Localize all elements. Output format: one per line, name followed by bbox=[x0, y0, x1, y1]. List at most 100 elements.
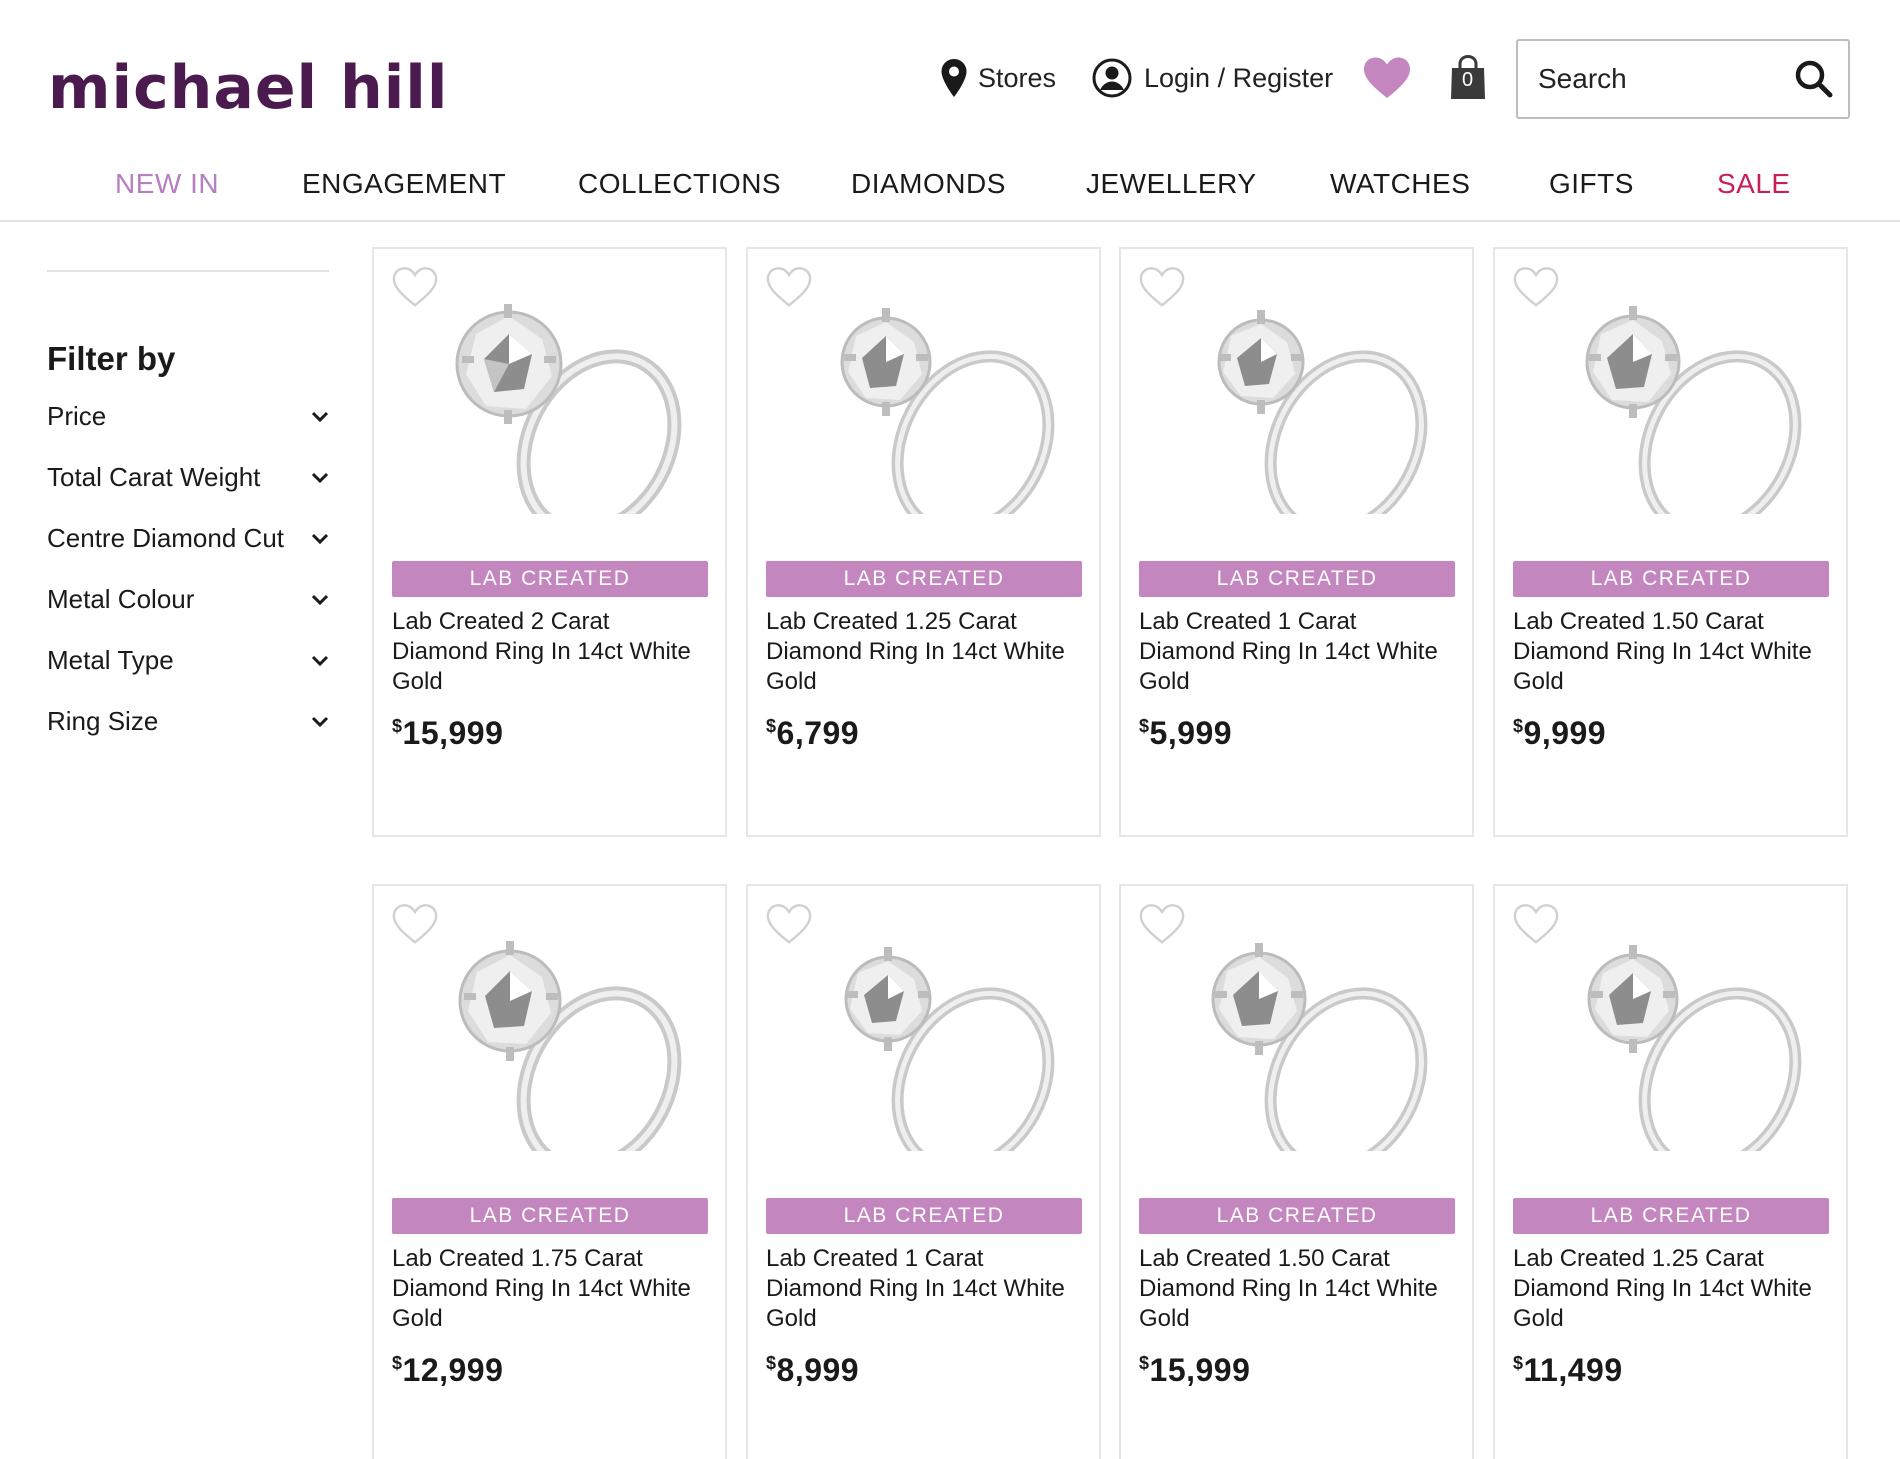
currency-symbol: $ bbox=[1139, 1353, 1150, 1373]
currency-symbol: $ bbox=[1513, 1353, 1524, 1373]
product-price: $11,499 bbox=[1513, 1352, 1623, 1389]
currency-symbol: $ bbox=[1513, 716, 1524, 736]
search-input[interactable] bbox=[1538, 63, 1788, 95]
product-price: $5,999 bbox=[1139, 715, 1232, 752]
price-value: 15,999 bbox=[402, 715, 504, 751]
ring-image[interactable] bbox=[414, 294, 694, 514]
filter-metal-type[interactable]: Metal Type bbox=[47, 630, 329, 691]
product-title[interactable]: Lab Created 1 Carat Diamond Ring In 14ct… bbox=[766, 1244, 1086, 1334]
filter-label: Ring Size bbox=[47, 706, 159, 736]
ring-image[interactable] bbox=[1161, 931, 1441, 1151]
magnifier-icon[interactable] bbox=[1794, 59, 1834, 99]
filter-metal-colour[interactable]: Metal Colour bbox=[47, 569, 329, 630]
shopping-bag-button[interactable]: 0 bbox=[1449, 50, 1487, 106]
currency-symbol: $ bbox=[392, 716, 403, 736]
product-price: $12,999 bbox=[392, 1352, 503, 1389]
product-title[interactable]: Lab Created 1.50 Carat Diamond Ring In 1… bbox=[1513, 607, 1833, 697]
ring-image[interactable] bbox=[788, 931, 1068, 1151]
product-title[interactable]: Lab Created 1 Carat Diamond Ring In 14ct… bbox=[1139, 607, 1459, 697]
ring-image[interactable] bbox=[1161, 294, 1441, 514]
nav-item-watches[interactable]: WATCHES bbox=[1330, 168, 1470, 200]
product-price: $8,999 bbox=[766, 1352, 859, 1389]
product-title[interactable]: Lab Created 1.75 Carat Diamond Ring In 1… bbox=[392, 1244, 712, 1334]
lab-created-badge: LAB CREATED bbox=[392, 1198, 708, 1234]
lab-created-badge: LAB CREATED bbox=[766, 561, 1082, 597]
product-card[interactable]: LAB CREATED Lab Created 1.25 Carat Diamo… bbox=[1493, 884, 1848, 1459]
lab-created-badge: LAB CREATED bbox=[1513, 1198, 1829, 1234]
price-value: 12,999 bbox=[402, 1352, 504, 1388]
price-value: 6,799 bbox=[776, 715, 860, 751]
price-value: 8,999 bbox=[776, 1352, 860, 1388]
chevron-down-icon bbox=[311, 411, 329, 422]
map-pin-icon bbox=[941, 59, 967, 97]
sidebar-divider bbox=[47, 270, 329, 272]
product-title[interactable]: Lab Created 2 Carat Diamond Ring In 14ct… bbox=[392, 607, 712, 697]
nav-item-jewellery[interactable]: JEWELLERY bbox=[1086, 168, 1257, 200]
product-title[interactable]: Lab Created 1.25 Carat Diamond Ring In 1… bbox=[1513, 1244, 1833, 1334]
chevron-down-icon bbox=[311, 655, 329, 666]
product-card[interactable]: LAB CREATED Lab Created 1.50 Carat Diamo… bbox=[1493, 247, 1848, 837]
chevron-down-icon bbox=[311, 716, 329, 727]
chevron-down-icon bbox=[311, 472, 329, 483]
brand-logo[interactable]: michael hill bbox=[48, 48, 448, 128]
lab-created-badge: LAB CREATED bbox=[766, 1198, 1082, 1234]
filter-sidebar: Filter by Price Total Carat Weight Centr… bbox=[47, 270, 329, 736]
price-value: 5,999 bbox=[1149, 715, 1233, 751]
product-card[interactable]: LAB CREATED Lab Created 1.50 Carat Diamo… bbox=[1119, 884, 1474, 1459]
currency-symbol: $ bbox=[766, 1353, 777, 1373]
chevron-down-icon bbox=[311, 594, 329, 605]
ring-image[interactable] bbox=[1535, 294, 1815, 514]
filter-price[interactable]: Price bbox=[47, 386, 329, 447]
product-title[interactable]: Lab Created 1.50 Carat Diamond Ring In 1… bbox=[1139, 1244, 1459, 1334]
currency-symbol: $ bbox=[392, 1353, 403, 1373]
product-grid: LAB CREATED Lab Created 2 Carat Diamond … bbox=[372, 247, 1852, 1459]
filter-label: Centre Diamond Cut bbox=[47, 523, 284, 553]
product-card[interactable]: LAB CREATED Lab Created 1 Carat Diamond … bbox=[746, 884, 1101, 1459]
product-price: $9,999 bbox=[1513, 715, 1606, 752]
filter-label: Total Carat Weight bbox=[47, 462, 261, 492]
search-box bbox=[1516, 39, 1850, 119]
ring-image[interactable] bbox=[414, 931, 694, 1151]
product-card[interactable]: LAB CREATED Lab Created 1.75 Carat Diamo… bbox=[372, 884, 727, 1459]
nav-item-engagement[interactable]: ENGAGEMENT bbox=[302, 168, 506, 200]
nav-item-sale[interactable]: SALE bbox=[1717, 168, 1791, 200]
currency-symbol: $ bbox=[766, 716, 777, 736]
filter-title: Filter by bbox=[47, 340, 176, 377]
product-card[interactable]: LAB CREATED Lab Created 1.25 Carat Diamo… bbox=[746, 247, 1101, 837]
lab-created-badge: LAB CREATED bbox=[1139, 561, 1455, 597]
filter-total-carat-weight[interactable]: Total Carat Weight bbox=[47, 447, 329, 508]
login-register-label: Login / Register bbox=[1144, 62, 1334, 93]
filter-label: Price bbox=[47, 401, 107, 431]
main-navigation: NEW IN ENGAGEMENT COLLECTIONS DIAMONDS J… bbox=[0, 150, 1900, 222]
currency-symbol: $ bbox=[1139, 716, 1150, 736]
price-value: 9,999 bbox=[1523, 715, 1607, 751]
product-price: $15,999 bbox=[392, 715, 503, 752]
nav-item-diamonds[interactable]: DIAMONDS bbox=[851, 168, 1006, 200]
lab-created-badge: LAB CREATED bbox=[392, 561, 708, 597]
user-circle-icon bbox=[1092, 58, 1132, 98]
price-value: 15,999 bbox=[1149, 1352, 1251, 1388]
filter-label: Metal Colour bbox=[47, 584, 195, 614]
stores-link[interactable]: Stores bbox=[940, 50, 1056, 106]
stores-label: Stores bbox=[978, 62, 1057, 93]
nav-item-collections[interactable]: COLLECTIONS bbox=[578, 168, 781, 200]
filter-list: Price Total Carat Weight Centre Diamond … bbox=[47, 386, 329, 752]
lab-created-badge: LAB CREATED bbox=[1513, 561, 1829, 597]
ring-image[interactable] bbox=[1535, 931, 1815, 1151]
wishlist-button[interactable] bbox=[1362, 50, 1412, 106]
site-header: michael hill Stores Login / Register 0 bbox=[0, 0, 1900, 140]
price-value: 11,499 bbox=[1523, 1352, 1623, 1388]
filter-ring-size[interactable]: Ring Size bbox=[47, 691, 329, 752]
ring-image[interactable] bbox=[788, 294, 1068, 514]
product-price: $15,999 bbox=[1139, 1352, 1250, 1389]
product-card[interactable]: LAB CREATED Lab Created 1 Carat Diamond … bbox=[1119, 247, 1474, 837]
filter-label: Metal Type bbox=[47, 645, 174, 675]
product-title[interactable]: Lab Created 1.25 Carat Diamond Ring In 1… bbox=[766, 607, 1086, 697]
product-card[interactable]: LAB CREATED Lab Created 2 Carat Diamond … bbox=[372, 247, 727, 837]
login-register-link[interactable]: Login / Register bbox=[1092, 50, 1333, 106]
filter-centre-diamond-cut[interactable]: Centre Diamond Cut bbox=[47, 508, 329, 569]
product-price: $6,799 bbox=[766, 715, 859, 752]
nav-item-new-in[interactable]: NEW IN bbox=[115, 168, 219, 200]
lab-created-badge: LAB CREATED bbox=[1139, 1198, 1455, 1234]
nav-item-gifts[interactable]: GIFTS bbox=[1549, 168, 1634, 200]
